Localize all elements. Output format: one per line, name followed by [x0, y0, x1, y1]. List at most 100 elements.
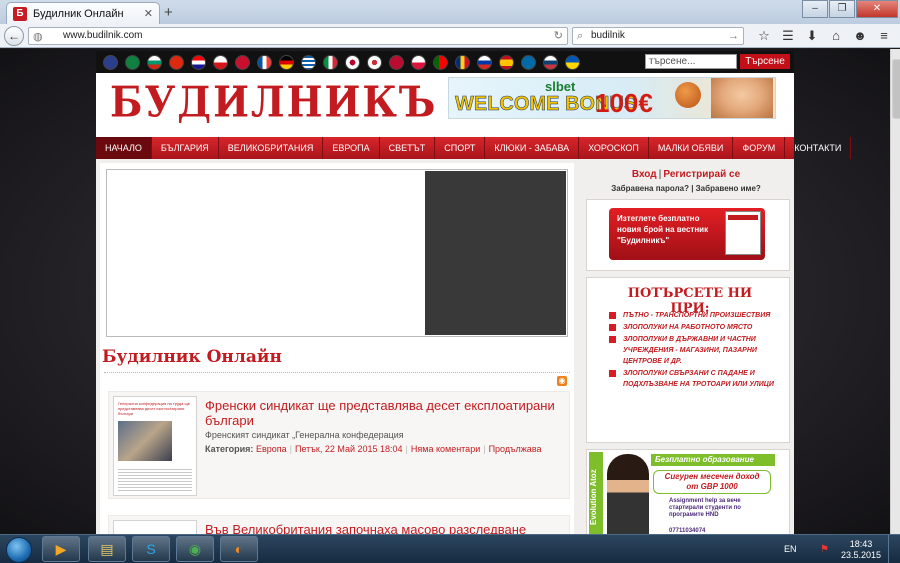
- divider: [104, 372, 570, 373]
- start-button[interactable]: [6, 537, 32, 563]
- media-player-icon[interactable]: ▶: [42, 536, 80, 562]
- thumbnail-text-lines: [118, 467, 192, 491]
- banner-amount: 100€: [595, 88, 653, 118]
- article-thumbnail[interactable]: [113, 520, 197, 534]
- site-search-input[interactable]: търсене...: [645, 54, 737, 69]
- flag-se-icon[interactable]: [521, 54, 536, 70]
- login-link[interactable]: Вход: [632, 169, 657, 180]
- search-icon: ⌕: [577, 30, 584, 42]
- menu-item-sport[interactable]: СПОРТ: [435, 137, 486, 159]
- article-excerpt: Френският синдикат „Генерална конфедерац…: [205, 430, 404, 440]
- scrollbar-thumb[interactable]: [892, 59, 900, 119]
- category-link[interactable]: Европа: [256, 444, 287, 454]
- flag-pt-icon[interactable]: [433, 54, 448, 70]
- article-title[interactable]: Във Великобритания започнаха масово разс…: [205, 522, 561, 534]
- minimize-button[interactable]: –: [802, 0, 828, 18]
- browser-navbar: ← ◍ www.budilnik.com ↻ ⌕ budilnik → ☆ ☰ …: [0, 24, 900, 48]
- education-ad[interactable]: Evolution Atoz Безплатно образование Сиг…: [586, 449, 790, 534]
- file-explorer-icon[interactable]: ▤: [88, 536, 126, 562]
- chrome-icon[interactable]: ◉: [176, 536, 214, 562]
- menu-item-horoscope[interactable]: ХОРОСКОП: [579, 137, 649, 159]
- clock-date: 23.5.2015 г.: [840, 550, 882, 563]
- basketball-icon: [675, 82, 701, 108]
- flag-bg-icon[interactable]: [147, 54, 162, 70]
- comments-link[interactable]: Няма коментари: [411, 444, 480, 454]
- windows-taskbar: ▶ ▤ S ◉ ◐ EN ⚑ 18:43 23.5.2015 г.: [0, 534, 900, 563]
- flag-dk-icon[interactable]: [235, 54, 250, 70]
- clock-time: 18:43: [849, 539, 873, 549]
- flag-kr-icon[interactable]: [367, 54, 382, 70]
- skype-icon[interactable]: S: [132, 536, 170, 562]
- flag-jp-icon[interactable]: [345, 54, 360, 70]
- show-desktop-button[interactable]: [888, 535, 900, 563]
- banner-brand: slbet: [545, 79, 576, 94]
- close-window-button[interactable]: ✕: [856, 0, 898, 18]
- flag-it-icon[interactable]: [323, 54, 338, 70]
- reload-icon[interactable]: ↻: [554, 28, 563, 44]
- menu-item-europe[interactable]: ЕВРОПА: [323, 137, 380, 159]
- flag-fr-icon[interactable]: [257, 54, 272, 70]
- menu-item-bulgaria[interactable]: БЪЛГАРИЯ: [152, 137, 219, 159]
- flag-no-icon[interactable]: [389, 54, 404, 70]
- flag-uk-icon[interactable]: [103, 54, 118, 70]
- flag-hr-icon[interactable]: [191, 54, 206, 70]
- maximize-button[interactable]: ❐: [829, 0, 855, 18]
- home-icon[interactable]: ⌂: [824, 27, 848, 45]
- flag-ua-icon[interactable]: [565, 54, 580, 70]
- chat-icon[interactable]: ☻: [848, 27, 872, 45]
- menu-item-classifieds[interactable]: МАЛКИ ОБЯВИ: [649, 137, 734, 159]
- main-content: Будилник Онлайн ◉ Генерална конфедерация…: [100, 163, 574, 534]
- ad-banner[interactable]: slbet WELCOME BONUS 100€: [448, 77, 776, 119]
- flag-de-icon[interactable]: [279, 54, 294, 70]
- download-newspaper-banner[interactable]: Изтеглете безплатно новия брой на вестни…: [609, 208, 765, 260]
- rss-icon[interactable]: ◉: [557, 376, 567, 386]
- language-indicator[interactable]: EN: [784, 544, 797, 554]
- action-center-icon[interactable]: ⚑: [820, 544, 829, 555]
- article-meta: Категория: Европа | Петък, 22 Май 2015 18:…: [205, 444, 542, 454]
- forgot-username-link[interactable]: Забравено име?: [696, 184, 761, 193]
- flag-rs-icon[interactable]: [543, 54, 558, 70]
- find-us-box: ПОТЪРСЕТЕ НИ ПРИ: ПЪТНО - ТРАНСПОРТНИ ПР…: [586, 277, 790, 443]
- featured-slider[interactable]: [106, 169, 568, 337]
- article-date: Петък, 22 Май 2015 18:04: [294, 444, 403, 454]
- menu-icon[interactable]: ≡: [872, 27, 896, 45]
- download-icon[interactable]: ⬇: [800, 27, 824, 45]
- tab-title: Будилник Онлайн: [33, 7, 124, 20]
- menu-item-gossip[interactable]: КЛЮКИ - ЗАБАВА: [485, 137, 580, 159]
- article-thumbnail[interactable]: Генерална конфедерация на труда ще предс…: [113, 396, 197, 496]
- register-link[interactable]: Регистрирай се: [663, 169, 740, 180]
- flag-pl-icon[interactable]: [411, 54, 426, 70]
- page-scrollbar[interactable]: [890, 49, 900, 534]
- site-container: БУДИЛНИКЪ slbet WELCOME BONUS 100€ НАЧАЛ…: [96, 73, 852, 534]
- firefox-icon[interactable]: ◐: [220, 536, 258, 562]
- site-logo[interactable]: БУДИЛНИКЪ: [110, 77, 437, 127]
- new-tab-button[interactable]: +: [164, 4, 173, 21]
- browser-tab[interactable]: Б Будилник Онлайн ✕: [6, 2, 160, 24]
- search-go-icon[interactable]: →: [728, 28, 739, 44]
- address-bar[interactable]: ◍ www.budilnik.com ↻: [28, 27, 568, 45]
- flag-ru-icon[interactable]: [477, 54, 492, 70]
- slider-panel: [425, 171, 566, 335]
- read-more-link[interactable]: Продължава: [489, 444, 542, 454]
- flag-gr-icon[interactable]: [301, 54, 316, 70]
- flag-cz-icon[interactable]: [213, 54, 228, 70]
- browser-search-field[interactable]: ⌕ budilnik →: [572, 27, 744, 45]
- system-clock[interactable]: 18:43 23.5.2015 г.: [840, 539, 882, 563]
- bookmarks-list-icon[interactable]: ☰: [776, 27, 800, 45]
- menu-item-forum[interactable]: ФОРУМ: [733, 137, 786, 159]
- menu-item-world[interactable]: СВЕТЪТ: [380, 137, 436, 159]
- menu-item-home[interactable]: НАЧАЛО: [96, 137, 152, 159]
- flag-ro-icon[interactable]: [455, 54, 470, 70]
- flag-ae-icon[interactable]: [125, 54, 140, 70]
- flag-cn-icon[interactable]: [169, 54, 184, 70]
- close-tab-icon[interactable]: ✕: [144, 7, 153, 20]
- bookmark-star-icon[interactable]: ☆: [752, 27, 776, 45]
- sidebar: Вход | Регистрирай се Забравена парола? | …: [578, 163, 794, 534]
- flag-es-icon[interactable]: [499, 54, 514, 70]
- site-search-button[interactable]: Търсене: [740, 54, 790, 69]
- menu-item-contacts[interactable]: КОНТАКТИ: [785, 137, 852, 159]
- article-title[interactable]: Френски синдикат ще представлява десет е…: [205, 398, 561, 428]
- back-button[interactable]: ←: [4, 26, 24, 46]
- menu-item-uk[interactable]: ВЕЛИКОБРИТАНИЯ: [219, 137, 324, 159]
- forgot-password-link[interactable]: Забравена парола?: [611, 184, 689, 193]
